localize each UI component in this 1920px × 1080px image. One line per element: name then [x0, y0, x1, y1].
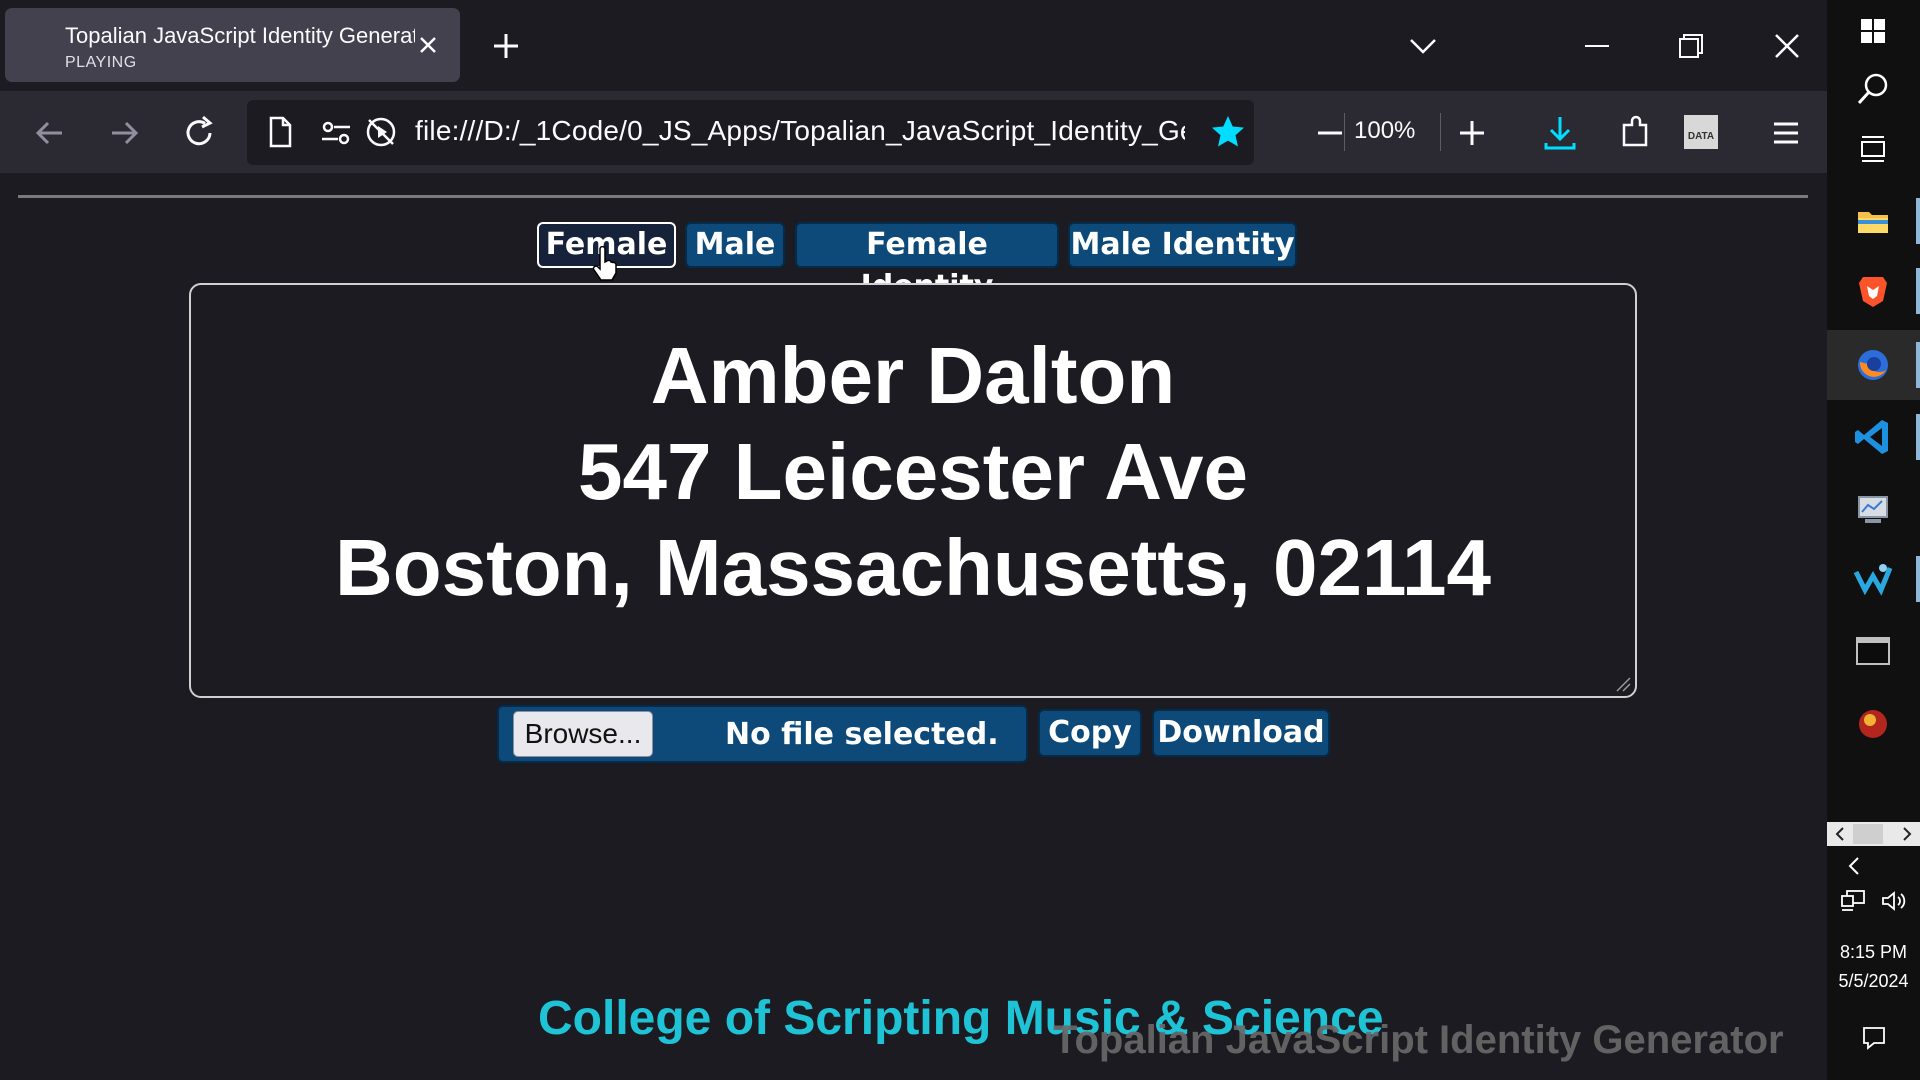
menu-icon[interactable]: [1764, 111, 1808, 155]
url-bar[interactable]: file:///D:/_1Code/0_JS_Apps/Topalian_Jav…: [247, 100, 1254, 165]
running-indicator: [1916, 268, 1920, 314]
close-tab-icon[interactable]: [413, 30, 443, 60]
zoom-out-icon[interactable]: [1308, 111, 1352, 155]
tab-title: Topalian JavaScript Identity Generator: [65, 23, 415, 48]
horizontal-rule: [18, 195, 1808, 198]
firefox-icon[interactable]: [1850, 342, 1896, 388]
extensions-icon[interactable]: [1614, 111, 1658, 155]
running-indicator: [1916, 198, 1920, 244]
separator: [1344, 113, 1345, 151]
identity-city-line: Boston, Massachusetts, 02114: [334, 523, 1492, 612]
system-monitor-icon[interactable]: [1850, 486, 1896, 532]
tab-playing-label: PLAYING: [65, 54, 137, 71]
new-tab-icon[interactable]: [488, 28, 524, 64]
running-indicator: [1916, 414, 1920, 460]
identity-textarea[interactable]: Amber Dalton 547 Leicester Ave Boston, M…: [189, 283, 1637, 698]
back-icon[interactable]: [28, 111, 72, 155]
restore-icon[interactable]: [1671, 26, 1711, 66]
clock-date[interactable]: 5/5/2024: [1827, 971, 1920, 992]
volume-icon[interactable]: [1879, 888, 1907, 914]
download-icon[interactable]: [1538, 111, 1582, 155]
search-icon[interactable]: [1850, 66, 1896, 112]
browser-tab[interactable]: Topalian JavaScript Identity Generator P…: [5, 8, 460, 82]
vscode-icon[interactable]: [1850, 414, 1896, 460]
separator: [1440, 113, 1441, 151]
brave-browser-icon[interactable]: [1850, 268, 1896, 314]
male-button[interactable]: Male: [685, 222, 785, 268]
copy-button[interactable]: Copy: [1038, 709, 1142, 757]
forward-icon[interactable]: [102, 111, 146, 155]
permissions-icon[interactable]: [319, 115, 353, 149]
list-all-tabs-icon[interactable]: [1403, 26, 1443, 66]
photo-app-icon[interactable]: [1850, 556, 1896, 602]
zoom-level[interactable]: 100%: [1354, 117, 1415, 145]
clock-time[interactable]: 8:15 PM: [1827, 942, 1920, 963]
generator-buttons: Female Male Female Identity Male Identit…: [0, 222, 1827, 304]
watermark-title: Topalian JavaScript Identity Generator: [1053, 1018, 1784, 1062]
navigation-bar: file:///D:/_1Code/0_JS_Apps/Topalian_Jav…: [0, 91, 1827, 173]
chevron-right-icon[interactable]: [1900, 826, 1914, 842]
no-file-label: No file selected.: [725, 717, 999, 752]
notifications-icon[interactable]: [1860, 1024, 1888, 1052]
hand-cursor-icon: [592, 246, 617, 281]
resize-handle-icon[interactable]: [1611, 672, 1631, 692]
reload-icon[interactable]: [177, 111, 221, 155]
chevron-left-icon[interactable]: [1833, 826, 1847, 842]
scroll-thumb[interactable]: [1853, 824, 1883, 844]
page-content: Female Male Female Identity Male Identit…: [0, 173, 1827, 1080]
browse-button[interactable]: Browse...: [513, 711, 653, 757]
windows-taskbar: 8:15 PM 5/5/2024: [1827, 0, 1920, 1080]
identity-street: 547 Leicester Ave: [577, 427, 1249, 516]
data-extension-icon[interactable]: DATA: [1684, 115, 1718, 149]
tab-strip: Topalian JavaScript Identity Generator P…: [0, 0, 1827, 91]
running-indicator: [1916, 342, 1920, 388]
file-input[interactable]: Browse... No file selected.: [497, 705, 1028, 763]
terminal-icon[interactable]: [1850, 628, 1896, 674]
url-text[interactable]: file:///D:/_1Code/0_JS_Apps/Topalian_Jav…: [415, 115, 1185, 147]
bookmark-star-icon[interactable]: [1209, 113, 1247, 151]
taskbar-scrollbar[interactable]: [1827, 822, 1920, 846]
file-explorer-icon[interactable]: [1850, 198, 1896, 244]
task-view-icon[interactable]: [1850, 126, 1896, 172]
female-identity-button[interactable]: Female Identity: [795, 222, 1059, 304]
game-app-icon[interactable]: [1850, 700, 1896, 746]
page-icon: [269, 116, 292, 148]
download-button[interactable]: Download: [1152, 709, 1330, 757]
windows-start-icon[interactable]: [1850, 8, 1896, 54]
zoom-in-icon[interactable]: [1450, 111, 1494, 155]
male-identity-button[interactable]: Male Identity: [1068, 222, 1297, 268]
minimize-icon[interactable]: [1577, 26, 1617, 66]
show-hidden-icons-icon[interactable]: [1845, 855, 1865, 877]
identity-name: Amber Dalton: [650, 331, 1176, 420]
autoplay-blocked-icon[interactable]: [363, 114, 399, 150]
close-window-icon[interactable]: [1767, 26, 1807, 66]
running-indicator: [1916, 556, 1920, 602]
network-icon[interactable]: [1839, 888, 1867, 914]
